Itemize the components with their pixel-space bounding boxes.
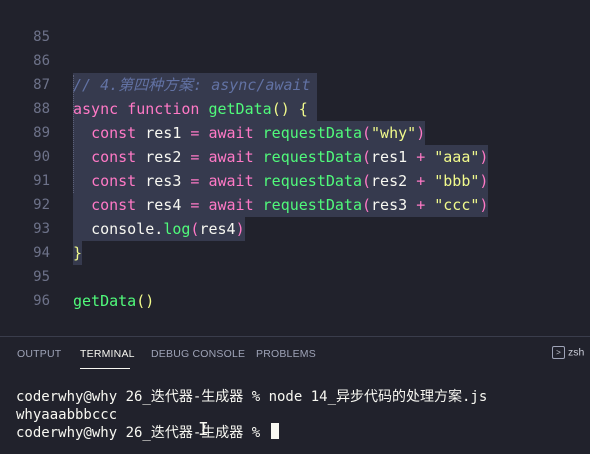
tab-terminal[interactable]: TERMINAL — [80, 348, 135, 360]
code-editor[interactable]: 85 86 // 4.第四种方案: async/await 87 async f… — [0, 0, 590, 336]
terminal-icon: > — [552, 346, 565, 359]
active-tab-indicator — [80, 368, 130, 369]
terminal-cursor — [270, 423, 279, 439]
tab-debug-console[interactable]: DEBUG CONSOLE — [151, 348, 245, 360]
bottom-panel: OUTPUT TERMINAL DEBUG CONSOLE PROBLEMS >… — [0, 336, 590, 454]
tab-problems[interactable]: PROBLEMS — [256, 348, 316, 360]
terminal-line: coderwhy@why 26_迭代器-生成器 % node 14_异步代码的处… — [16, 389, 488, 405]
terminal-output: whyaaabbbccc — [16, 407, 118, 423]
code-line: 89 const res2 = await requestData(res1 +… — [0, 97, 590, 169]
code-line: 85 — [0, 1, 590, 45]
text-cursor-icon: I — [198, 419, 209, 440]
code-line: 88 const res1 = await requestData("why") — [0, 73, 590, 145]
code-line: 96 — [0, 265, 590, 309]
indent-guide — [73, 75, 74, 193]
shell-label: zsh — [568, 346, 585, 359]
code-line: 90 const res3 = await requestData(res2 +… — [0, 121, 590, 193]
code-line: 95 getData() — [0, 241, 590, 310]
code-line: 87 async function getData() { — [0, 49, 590, 121]
terminal-prompt[interactable]: coderwhy@why 26_迭代器-生成器 % — [16, 423, 279, 443]
shell-selector[interactable]: > zsh — [552, 346, 584, 364]
panel-tabs: OUTPUT TERMINAL DEBUG CONSOLE PROBLEMS >… — [0, 337, 590, 373]
tab-output[interactable]: OUTPUT — [17, 348, 61, 360]
code-line: 94 — [0, 217, 590, 261]
code-line: 86 // 4.第四种方案: async/await — [0, 25, 590, 97]
code-line: 93 } — [0, 193, 590, 265]
code-line: 91 const res4 = await requestData(res3 +… — [0, 145, 590, 217]
code-line: 92 console.log(res4) — [0, 169, 590, 241]
line-number: 96 — [33, 293, 50, 309]
code-text: getData() — [73, 292, 155, 310]
